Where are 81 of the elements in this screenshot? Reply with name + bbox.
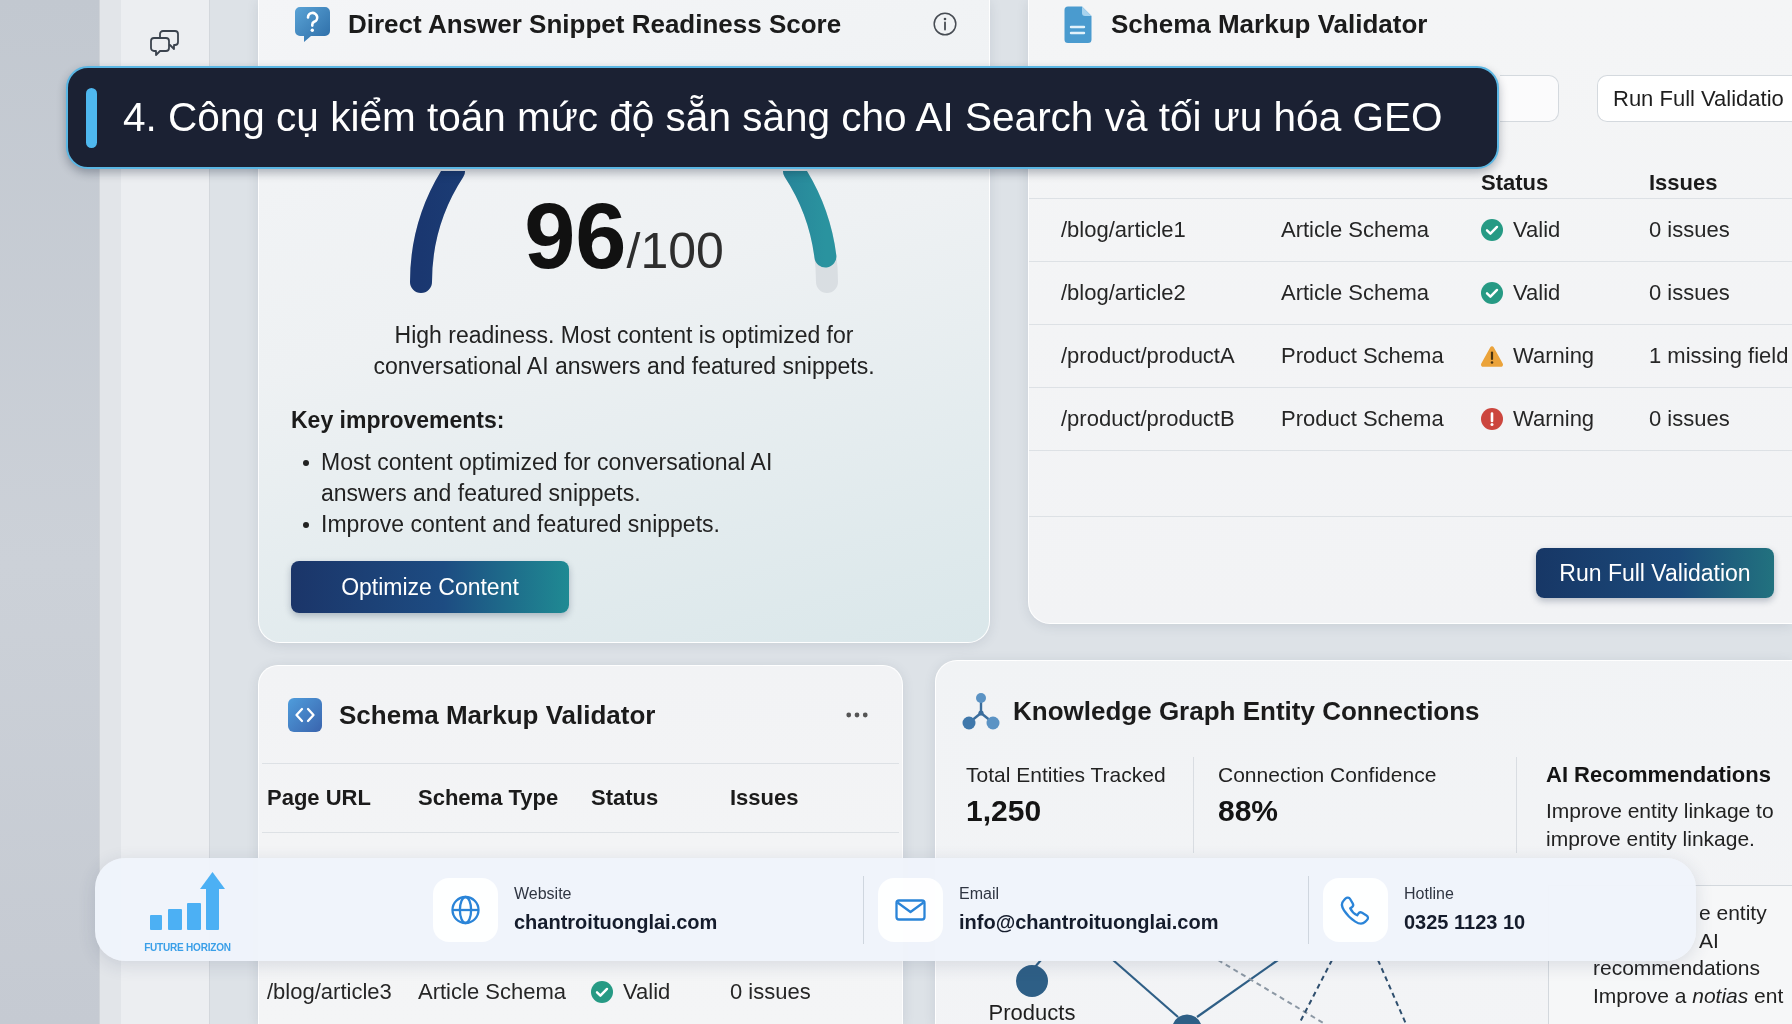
accent-bar — [86, 87, 97, 148]
bullet-icon — [303, 460, 309, 466]
info-icon[interactable] — [933, 12, 957, 36]
table-cell-text: 0 issues — [1649, 217, 1731, 243]
contact-label: Website — [514, 884, 573, 904]
logo-icon — [150, 872, 225, 930]
table-cell-text: /blog/article1 — [1060, 217, 1187, 243]
table-cell-text: /blog/article3 — [266, 979, 393, 1005]
recommendation-text: e entity — [1698, 900, 1768, 926]
contact-value: chantroituonglai.com — [514, 910, 718, 935]
contact-label: Hotline — [1404, 884, 1455, 904]
table-cell-text: 0 issues — [1649, 280, 1731, 306]
section-heading: Key improvements: — [291, 406, 506, 435]
warning-icon — [1481, 345, 1503, 367]
column-header: Issues — [730, 785, 800, 811]
card-title: Knowledge Graph Entity Connections — [1013, 695, 1480, 727]
table-cell-text: /product/productB — [1060, 406, 1236, 432]
graph-edge — [1377, 959, 1407, 1024]
status-text: Valid — [1513, 217, 1561, 243]
check-circle-icon — [1481, 282, 1503, 304]
run-validation-button[interactable]: Run Full Validatio — [1597, 75, 1792, 122]
column-header: Status — [1481, 170, 1550, 196]
phone-icon — [1323, 877, 1388, 942]
list-item-text: Improve content and featured snippets. — [321, 510, 721, 539]
status-text: Valid — [623, 979, 671, 1005]
recommendation-text: AI — [1698, 927, 1720, 954]
table-cell-text: Product Schema — [1281, 343, 1445, 369]
stat-label: Total Entities Tracked — [966, 762, 1167, 788]
brand-name: FUTURE HORIZON — [144, 942, 231, 953]
run-validation-button[interactable]: Run Full Validation — [1536, 548, 1774, 598]
stat-value: 1,250 — [966, 793, 1043, 829]
card-title: Schema Markup Validator — [339, 699, 656, 731]
graph-edge — [1112, 959, 1179, 1018]
table-cell-text: 1 missing field — [1649, 343, 1790, 369]
search-field[interactable] — [1500, 75, 1559, 122]
node-label: Products — [988, 1000, 1076, 1024]
banner-title: 4. Công cụ kiểm toán mức độ sẵn sàng cho AI Search và tối ưu hóa GEO — [123, 94, 1443, 141]
list-item-text: Most content optimized for conversational AI answers and featured snippets. — [321, 448, 774, 508]
code-icon — [288, 698, 322, 732]
globe-icon — [433, 877, 498, 942]
error-icon — [1481, 408, 1503, 430]
contact-label: Email — [959, 884, 1000, 904]
table-cell-text: 0 issues — [1649, 406, 1731, 432]
question-bubble-icon — [294, 6, 331, 42]
column-header: Schema Type — [418, 785, 560, 811]
network-icon — [962, 692, 1000, 730]
table-cell-text: Article Schema — [418, 979, 567, 1005]
column-header: Page URL — [266, 785, 372, 811]
graph-node[interactable] — [1173, 1014, 1201, 1024]
recommendation-text: recommendations — [1593, 955, 1761, 981]
check-circle-icon — [591, 981, 613, 1003]
stat-value: 88% — [1218, 793, 1280, 829]
table-cell-text: /blog/article2 — [1060, 280, 1187, 306]
optimize-content-button[interactable]: Optimize Content — [291, 561, 569, 613]
score-value: 96/100 — [524, 185, 724, 287]
envelope-icon — [878, 877, 943, 942]
contact-value: info@chantroituonglai.com — [959, 910, 1219, 935]
more-icon[interactable] — [846, 712, 868, 718]
status-text: Warning — [1513, 406, 1595, 432]
check-circle-icon — [1481, 219, 1503, 241]
stat-label: Connection Confidence — [1218, 762, 1438, 788]
status-text: Warning — [1513, 343, 1595, 369]
card-title: Direct Answer Snippet Readiness Score — [348, 8, 842, 40]
column-header: Status — [591, 785, 660, 811]
recommendation-text: Improve entity linkage to improve entity linkage. — [1546, 798, 1775, 852]
chat-icon[interactable] — [150, 29, 180, 57]
summary-text: High readiness. Most content is optimized for conversational AI answers and featured snippets. — [372, 321, 876, 381]
table-cell-text: Product Schema — [1281, 406, 1445, 432]
recommendation-text: Improve a notias ent — [1593, 982, 1785, 1009]
table-cell-text: 0 issues — [730, 979, 812, 1005]
recommendations-heading: AI Recommendations — [1546, 761, 1772, 789]
column-header: Issues — [1649, 170, 1719, 196]
document-icon — [1064, 5, 1092, 43]
status-text: Valid — [1513, 280, 1561, 306]
table-cell-text: /product/productA — [1060, 343, 1236, 369]
table-cell-text: Article Schema — [1281, 217, 1430, 243]
table-cell-text: Article Schema — [1281, 280, 1430, 306]
graph-node[interactable] — [1016, 965, 1048, 997]
bullet-icon — [303, 522, 309, 528]
contact-value: 0325 1123 10 — [1404, 910, 1526, 935]
card-title: Schema Markup Validator — [1111, 8, 1428, 40]
